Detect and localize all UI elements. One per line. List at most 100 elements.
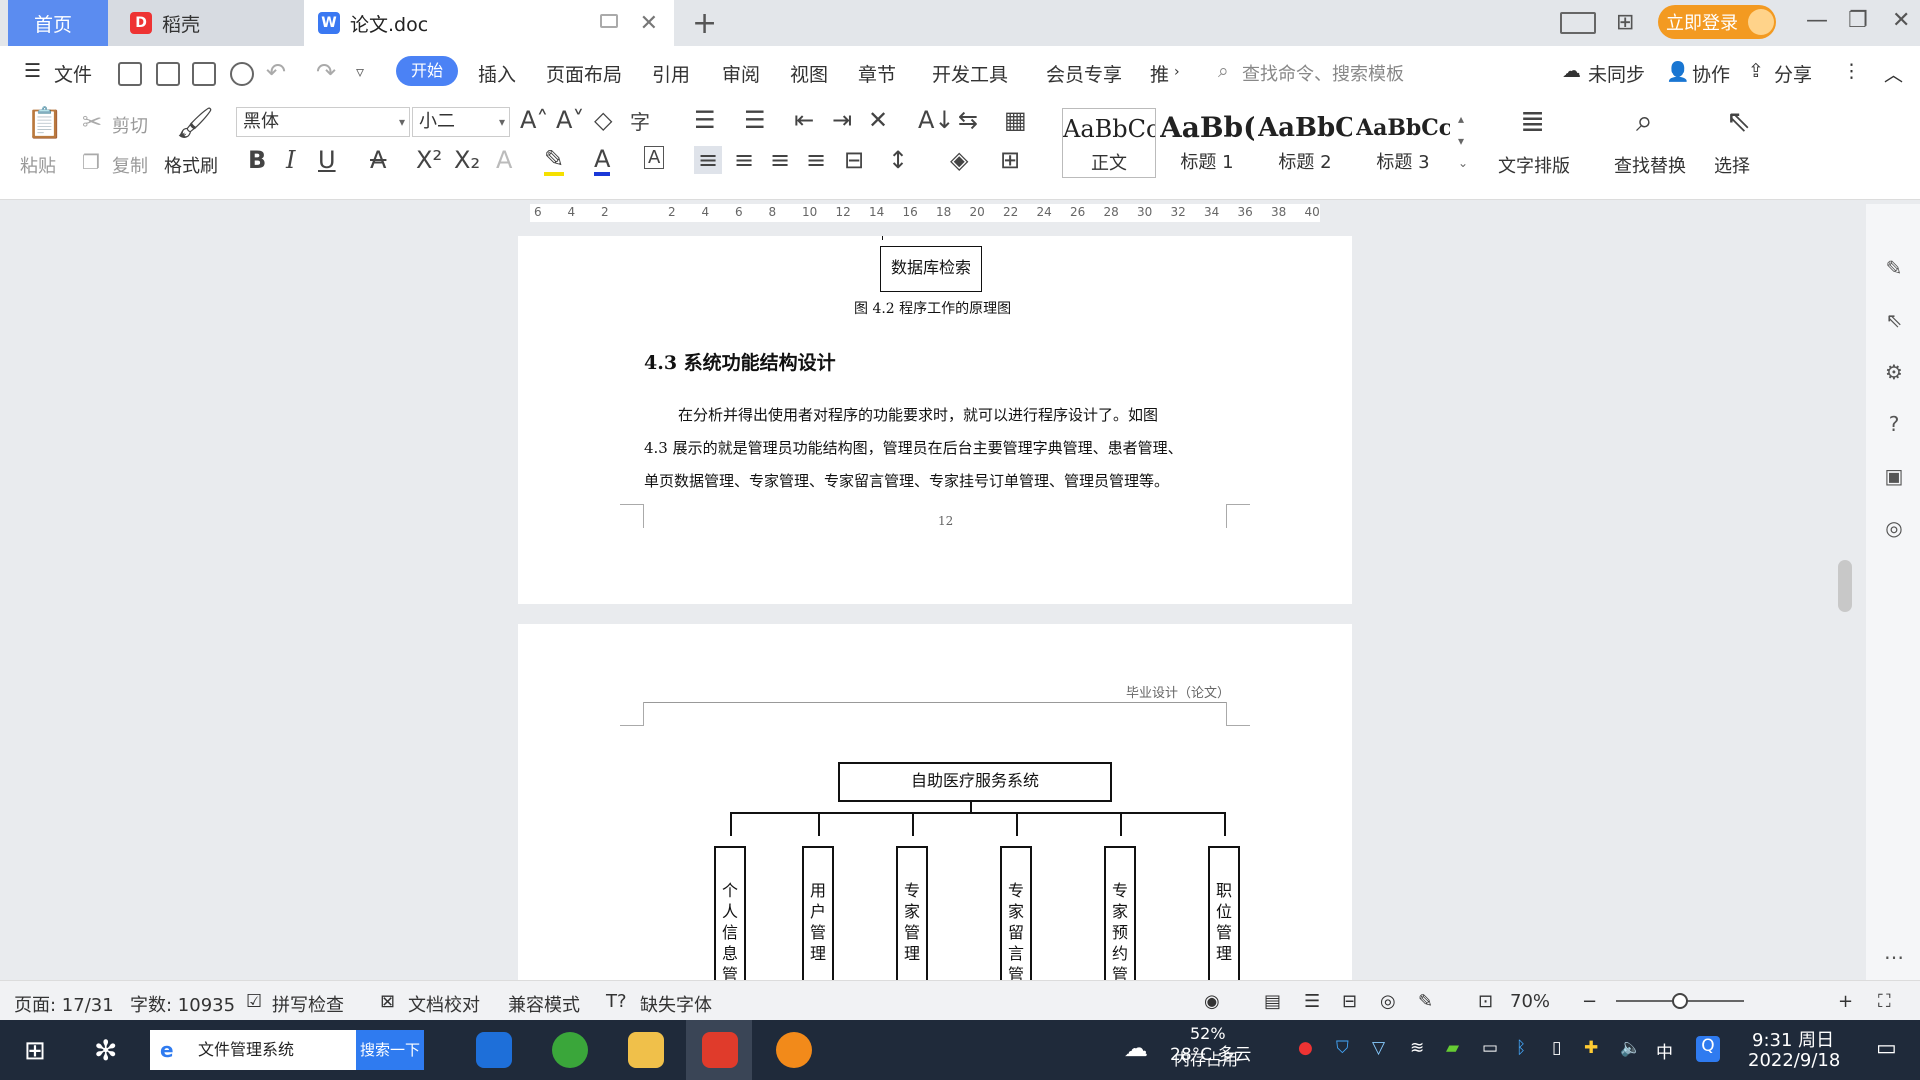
text-effect-icon[interactable]: A xyxy=(496,146,512,174)
justify-icon[interactable]: ≡ xyxy=(806,146,826,174)
qq-icon[interactable]: Q xyxy=(1696,1036,1720,1062)
command-search-input[interactable]: 查找命令、搜索模板 xyxy=(1242,60,1404,86)
more-tabs-chevron-icon[interactable]: › xyxy=(1174,64,1180,80)
menu-page-layout[interactable]: 页面布局 xyxy=(546,60,622,87)
align-left-icon[interactable]: ≡ xyxy=(694,146,723,174)
ie-browser-icon[interactable] xyxy=(476,1032,512,1068)
customize-toolbar-icon[interactable]: ▿ xyxy=(356,62,364,81)
menu-chapter[interactable]: 章节 xyxy=(858,60,896,87)
app-launcher-icon[interactable]: ✻ xyxy=(94,1034,117,1067)
apps-grid-icon[interactable]: ⊞ xyxy=(1616,10,1634,35)
find-replace-button[interactable]: 查找替换 xyxy=(1614,152,1686,178)
export-icon[interactable] xyxy=(156,62,180,86)
italic-icon[interactable]: I xyxy=(286,146,295,174)
paste-icon[interactable]: 📋 xyxy=(26,106,63,141)
file-explorer-icon[interactable] xyxy=(628,1032,664,1068)
help-icon[interactable]: ? xyxy=(1882,412,1906,436)
borders-icon[interactable]: ⊞ xyxy=(1000,146,1020,174)
underline-icon[interactable]: U xyxy=(318,146,336,174)
web-view-icon[interactable]: ◎ xyxy=(1380,991,1396,1012)
pointer-icon[interactable]: ⇖ xyxy=(1882,308,1906,332)
menu-view[interactable]: 视图 xyxy=(790,60,828,87)
save-icon[interactable] xyxy=(118,62,142,86)
grow-font-icon[interactable]: A˄ xyxy=(520,106,548,134)
battery-icon[interactable]: ▭ xyxy=(1482,1038,1498,1058)
text-layout-button[interactable]: 文字排版 xyxy=(1498,152,1570,178)
decrease-indent-icon[interactable]: ⇤ xyxy=(794,106,814,134)
highlight-icon[interactable]: ✎ xyxy=(544,146,565,176)
strikethrough-icon[interactable]: A xyxy=(370,146,386,174)
reading-view-icon[interactable]: ⊟ xyxy=(1342,991,1357,1012)
hamburger-icon[interactable]: ☰ xyxy=(24,60,41,82)
restore-icon[interactable]: ❐ xyxy=(1848,8,1868,33)
style-heading-2[interactable]: AaBbC 标题 2 xyxy=(1258,108,1352,178)
tray-app-icon[interactable]: ● xyxy=(1298,1038,1313,1058)
font-color-icon[interactable]: A xyxy=(594,146,611,176)
menu-developer[interactable]: 开发工具 xyxy=(932,60,1008,87)
menu-insert[interactable]: 插入 xyxy=(478,60,516,87)
more-icon[interactable]: … xyxy=(1882,940,1906,964)
usb-icon[interactable]: ▯ xyxy=(1552,1038,1561,1058)
menu-file[interactable]: 文件 xyxy=(54,60,92,87)
tab-home[interactable]: 首页 xyxy=(8,0,108,46)
select-button[interactable]: 选择 xyxy=(1714,152,1750,178)
show-marks-icon[interactable]: ⇆ xyxy=(958,106,978,134)
menu-references[interactable]: 引用 xyxy=(652,60,690,87)
line-spacing-icon[interactable]: ↕ xyxy=(888,146,908,174)
tab-document[interactable]: W 论文.doc ✕ xyxy=(304,0,674,46)
tray-shield-icon[interactable]: ⛉ xyxy=(1336,1038,1349,1058)
eye-protection-icon[interactable]: ◉ xyxy=(1204,991,1220,1012)
align-right-icon[interactable]: ≡ xyxy=(770,146,790,174)
cut-button[interactable]: 剪切 xyxy=(112,112,148,138)
word-count[interactable]: 字数: 10935 xyxy=(130,991,235,1017)
wps-app-icon[interactable] xyxy=(702,1032,738,1068)
tray-plus-icon[interactable]: ✚ xyxy=(1584,1038,1598,1058)
paste-button[interactable]: 粘贴 xyxy=(20,152,56,178)
volume-icon[interactable]: 🔈 xyxy=(1620,1038,1641,1058)
document-page[interactable]: 数据库检索 图 4.2 程序工作的原理图 4.3 系统功能结构设计 在分析并得出… xyxy=(518,236,1352,604)
table-icon[interactable]: ▦ xyxy=(1004,106,1027,134)
print-icon[interactable] xyxy=(192,62,216,86)
style-heading-1[interactable]: AaBb( 标题 1 xyxy=(1160,108,1254,178)
page-count[interactable]: 页面: 17/31 xyxy=(14,991,114,1017)
spellcheck-button[interactable]: 拼写检查 xyxy=(272,991,344,1017)
document-page[interactable]: 毕业设计（论文） 自助医疗服务系统 个人信息管 用户管理 专家管理 专家留言管 … xyxy=(518,624,1352,980)
shrink-font-icon[interactable]: A˅ xyxy=(556,106,584,134)
bullet-list-icon[interactable]: ☰ xyxy=(694,106,716,134)
login-button[interactable]: 立即登录 xyxy=(1658,5,1776,39)
image-tool-icon[interactable]: ▣ xyxy=(1882,464,1906,488)
windows-start-icon[interactable]: ⊞ xyxy=(24,1036,46,1066)
tab-daoke[interactable]: D 稻壳 xyxy=(108,0,304,46)
edit-pen-icon[interactable]: ✎ xyxy=(1882,256,1906,280)
taskbar-search-input[interactable]: 文件管理系统 xyxy=(150,1030,356,1070)
subscript-icon[interactable]: X₂ xyxy=(454,146,480,174)
font-family-select[interactable]: 黑体 ▾ xyxy=(236,107,410,137)
numbered-list-icon[interactable]: ☰ xyxy=(744,106,766,134)
scrollbar-thumb[interactable] xyxy=(1838,560,1852,612)
ime-indicator[interactable]: 中 xyxy=(1656,1038,1673,1063)
clock-time[interactable]: 9:31 周日 xyxy=(1752,1026,1834,1052)
copy-button[interactable]: 复制 xyxy=(112,152,148,178)
font-size-select[interactable]: 小二 ▾ xyxy=(412,107,510,137)
style-heading-3[interactable]: AaBbCcI 标题 3 xyxy=(1356,108,1450,178)
layout-icon[interactable] xyxy=(1560,12,1596,34)
close-tab-icon[interactable]: ✕ xyxy=(640,11,658,36)
sort-icon[interactable]: A↓ xyxy=(918,106,955,134)
clear-format-icon[interactable]: ◇ xyxy=(594,106,612,134)
tray-defender-icon[interactable]: ▽ xyxy=(1372,1038,1385,1058)
minimize-icon[interactable]: — xyxy=(1806,8,1828,33)
close-window-icon[interactable]: ✕ xyxy=(1892,8,1910,33)
notification-icon[interactable]: ▭ xyxy=(1876,1036,1897,1061)
collapse-ribbon-icon[interactable]: ︿ xyxy=(1884,60,1903,87)
fullscreen-icon[interactable]: ⛶ xyxy=(1878,991,1891,1012)
style-normal[interactable]: AaBbCcI 正文 xyxy=(1062,108,1156,178)
outline-view-icon[interactable]: ☰ xyxy=(1304,991,1320,1012)
clock-date[interactable]: 2022/9/18 xyxy=(1748,1050,1840,1071)
missing-font-button[interactable]: 缺失字体 xyxy=(640,991,712,1017)
monitor-icon[interactable] xyxy=(600,14,618,28)
bold-icon[interactable]: B xyxy=(248,146,266,174)
superscript-icon[interactable]: X² xyxy=(416,146,442,174)
nvidia-icon[interactable]: ▰ xyxy=(1446,1038,1459,1058)
shading-icon[interactable]: ◈ xyxy=(950,146,968,174)
increase-indent-icon[interactable]: ⇥ xyxy=(832,106,852,134)
